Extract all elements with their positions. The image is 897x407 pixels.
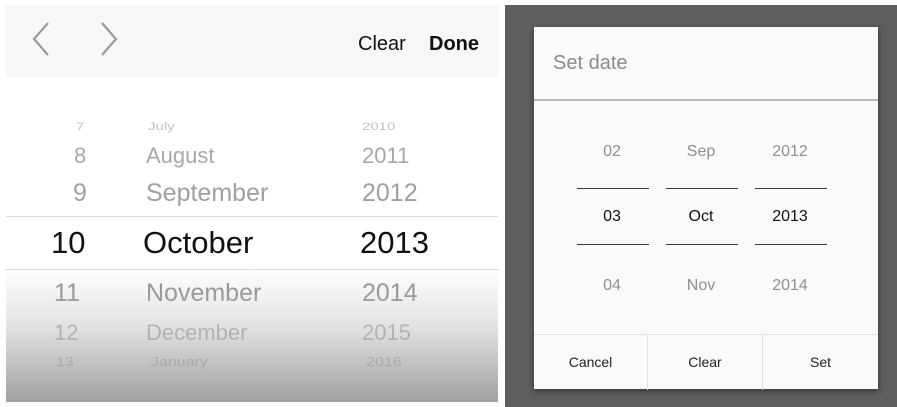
next-year[interactable]: 2014 <box>755 278 825 294</box>
chevron-left-icon <box>32 22 49 56</box>
wheel-item-year: 2016 <box>366 355 402 370</box>
wheel-item-year: 2011 <box>362 143 410 168</box>
wheel-item-year: 2014 <box>362 279 418 307</box>
wheel-item-month: December <box>146 320 248 345</box>
year-divider-top <box>755 188 827 189</box>
dialog-button-bar: Cancel Clear Set <box>534 334 878 390</box>
wheel-item-day: 8 <box>74 143 87 168</box>
month-divider-top <box>666 188 738 189</box>
clear-button[interactable]: Clear <box>648 335 762 390</box>
ios-date-picker: Clear Done 7 8 9 10 11 12 13 July August… <box>6 5 498 402</box>
day-divider-bottom <box>577 244 649 245</box>
selected-year: 2013 <box>360 225 429 260</box>
dialog-title: Set date <box>553 52 628 74</box>
selected-month: October <box>143 225 254 260</box>
wheel-item-month: August <box>146 143 215 168</box>
clear-button[interactable]: Clear <box>358 33 406 56</box>
next-day[interactable]: 04 <box>577 278 647 294</box>
wheel-item-day: 9 <box>73 179 87 207</box>
wheel-item-day: 7 <box>76 120 85 133</box>
month-divider-bottom <box>666 244 738 245</box>
title-divider <box>534 99 878 101</box>
done-button[interactable]: Done <box>429 33 479 56</box>
wheel-item-day: 13 <box>56 355 74 370</box>
wheel-item-day: 12 <box>54 320 79 345</box>
previous-year[interactable]: 2012 <box>755 144 825 160</box>
wheel-item-month: January <box>151 355 208 370</box>
wheel-item-month: November <box>146 279 262 307</box>
day-divider-top <box>577 188 649 189</box>
wheel-item-year: 2010 <box>362 120 396 133</box>
next-field-button[interactable] <box>92 19 126 59</box>
previous-month[interactable]: Sep <box>666 144 736 160</box>
chevron-right-icon <box>101 22 118 56</box>
set-button[interactable]: Set <box>763 335 878 390</box>
wheel-item-month: July <box>148 120 175 133</box>
year-divider-bottom <box>755 244 827 245</box>
wheel-item-year: 2015 <box>362 320 411 345</box>
picker-toolbar: Clear Done <box>6 5 498 77</box>
current-month: Oct <box>688 208 714 225</box>
current-day: 03 <box>603 208 621 225</box>
previous-field-button[interactable] <box>24 19 58 59</box>
wheel-item-month: September <box>146 179 269 207</box>
wheel-item-day: 11 <box>54 279 80 307</box>
current-year: 2013 <box>772 208 808 225</box>
previous-day[interactable]: 02 <box>577 144 647 160</box>
wheel-item-year: 2012 <box>362 179 418 207</box>
set-date-dialog: Set date 02 03 04 Sep Oct Nov 2012 2013 … <box>534 27 878 390</box>
next-month[interactable]: Nov <box>666 278 736 294</box>
cancel-button[interactable]: Cancel <box>534 335 647 390</box>
selected-day: 10 <box>51 225 86 260</box>
